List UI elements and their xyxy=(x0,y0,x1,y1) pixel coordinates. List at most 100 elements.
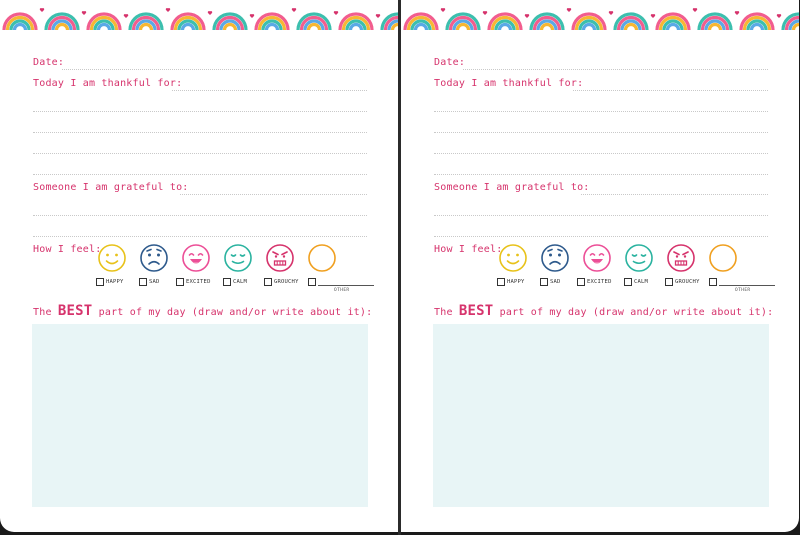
heart-icon xyxy=(39,8,45,12)
happy-face-icon xyxy=(498,243,528,273)
best-part-label: The BEST part of my day (draw and/or wri… xyxy=(33,303,372,319)
rainbow-icon xyxy=(613,12,649,31)
mood-label: CALM xyxy=(634,279,649,285)
checkbox[interactable] xyxy=(497,278,505,286)
blank-face-icon xyxy=(307,243,337,273)
mood-label: GROUCHY xyxy=(274,279,299,285)
calm-face-icon xyxy=(624,243,654,273)
writing-line[interactable] xyxy=(434,111,768,112)
writing-line[interactable] xyxy=(434,174,768,175)
rainbow-icon xyxy=(212,12,248,31)
blank-face-icon xyxy=(708,243,738,273)
heart-icon xyxy=(249,14,255,18)
checkbox[interactable] xyxy=(223,278,231,286)
excited-face-icon xyxy=(582,243,612,273)
writing-line[interactable] xyxy=(33,236,367,237)
best-word: BEST xyxy=(57,303,93,319)
rainbow-icon xyxy=(128,12,164,31)
writing-line[interactable] xyxy=(33,153,367,154)
how-i-feel-label: How I feel: xyxy=(33,244,102,255)
mood-option-excited[interactable]: EXCITED xyxy=(577,278,612,286)
rainbow-icon xyxy=(781,12,799,31)
checkbox[interactable] xyxy=(540,278,548,286)
rainbow-icon xyxy=(739,12,775,31)
mood-label: CALM xyxy=(233,279,248,285)
writing-line[interactable] xyxy=(62,69,367,70)
heart-icon xyxy=(333,11,339,15)
left-page: Date: Today I am thankful for: Someone I a… xyxy=(0,0,398,532)
writing-line[interactable] xyxy=(33,215,367,216)
writing-line[interactable] xyxy=(434,132,768,133)
writing-line[interactable] xyxy=(172,90,367,91)
best-prefix: The xyxy=(33,307,58,318)
best-prefix: The xyxy=(434,307,459,318)
drawing-area[interactable] xyxy=(32,324,368,507)
rainbow-icon xyxy=(338,12,374,31)
checkbox[interactable] xyxy=(624,278,632,286)
mood-option-calm[interactable]: CALM xyxy=(223,278,247,286)
checkbox[interactable] xyxy=(176,278,184,286)
drawing-area[interactable] xyxy=(433,324,769,507)
other-mood-line[interactable] xyxy=(719,285,775,286)
writing-line[interactable] xyxy=(33,111,367,112)
heart-icon xyxy=(566,8,572,12)
writing-line[interactable] xyxy=(434,153,768,154)
date-label: Date: xyxy=(33,57,65,68)
writing-line[interactable] xyxy=(581,194,768,195)
mood-label: EXCITED xyxy=(587,279,612,285)
heart-icon xyxy=(440,8,446,12)
grouchy-face-icon xyxy=(265,243,295,273)
writing-line[interactable] xyxy=(33,174,367,175)
journal-spread: Date: Today I am thankful for: Someone I a… xyxy=(0,0,800,535)
grateful-label: Someone I am grateful to: xyxy=(33,182,189,193)
rainbow-icon xyxy=(44,12,80,31)
checkbox[interactable] xyxy=(308,278,316,286)
mood-label: SAD xyxy=(149,279,160,285)
checkbox[interactable] xyxy=(665,278,673,286)
excited-face-icon xyxy=(181,243,211,273)
heart-icon xyxy=(650,14,656,18)
checkbox[interactable] xyxy=(264,278,272,286)
mood-option-other[interactable] xyxy=(709,278,717,286)
heart-icon xyxy=(524,14,530,18)
mood-option-other[interactable] xyxy=(308,278,316,286)
date-label: Date: xyxy=(434,57,466,68)
writing-line[interactable] xyxy=(434,215,768,216)
rainbow-icon xyxy=(655,12,691,31)
other-label: OTHER xyxy=(735,288,751,293)
rainbow-icon xyxy=(2,12,38,31)
best-suffix: part of my day (draw and/or write about … xyxy=(92,307,373,318)
writing-line[interactable] xyxy=(434,236,768,237)
mood-option-calm[interactable]: CALM xyxy=(624,278,648,286)
mood-option-happy[interactable]: HAPPY xyxy=(497,278,525,286)
mood-option-grouchy[interactable]: GROUCHY xyxy=(665,278,700,286)
mood-option-happy[interactable]: HAPPY xyxy=(96,278,124,286)
best-word: BEST xyxy=(458,303,494,319)
rainbow-icon xyxy=(529,12,565,31)
mood-option-excited[interactable]: EXCITED xyxy=(176,278,211,286)
mood-label: GROUCHY xyxy=(675,279,700,285)
thankful-label: Today I am thankful for: xyxy=(33,78,183,89)
sad-face-icon xyxy=(139,243,169,273)
mood-option-grouchy[interactable]: GROUCHY xyxy=(264,278,299,286)
writing-line[interactable] xyxy=(573,90,768,91)
heart-icon xyxy=(207,11,213,15)
writing-line[interactable] xyxy=(180,194,367,195)
checkbox[interactable] xyxy=(139,278,147,286)
checkbox[interactable] xyxy=(577,278,585,286)
grateful-label: Someone I am grateful to: xyxy=(434,182,590,193)
mood-option-sad[interactable]: SAD xyxy=(139,278,160,286)
happy-face-icon xyxy=(97,243,127,273)
mood-option-sad[interactable]: SAD xyxy=(540,278,561,286)
heart-icon xyxy=(81,11,87,15)
other-mood-line[interactable] xyxy=(318,285,374,286)
checkbox[interactable] xyxy=(96,278,104,286)
writing-line[interactable] xyxy=(463,69,768,70)
heart-icon xyxy=(776,14,782,18)
writing-line[interactable] xyxy=(33,132,367,133)
checkbox[interactable] xyxy=(709,278,717,286)
rainbow-icon xyxy=(445,12,481,31)
mood-label: EXCITED xyxy=(186,279,211,285)
heart-icon xyxy=(608,11,614,15)
grouchy-face-icon xyxy=(666,243,696,273)
